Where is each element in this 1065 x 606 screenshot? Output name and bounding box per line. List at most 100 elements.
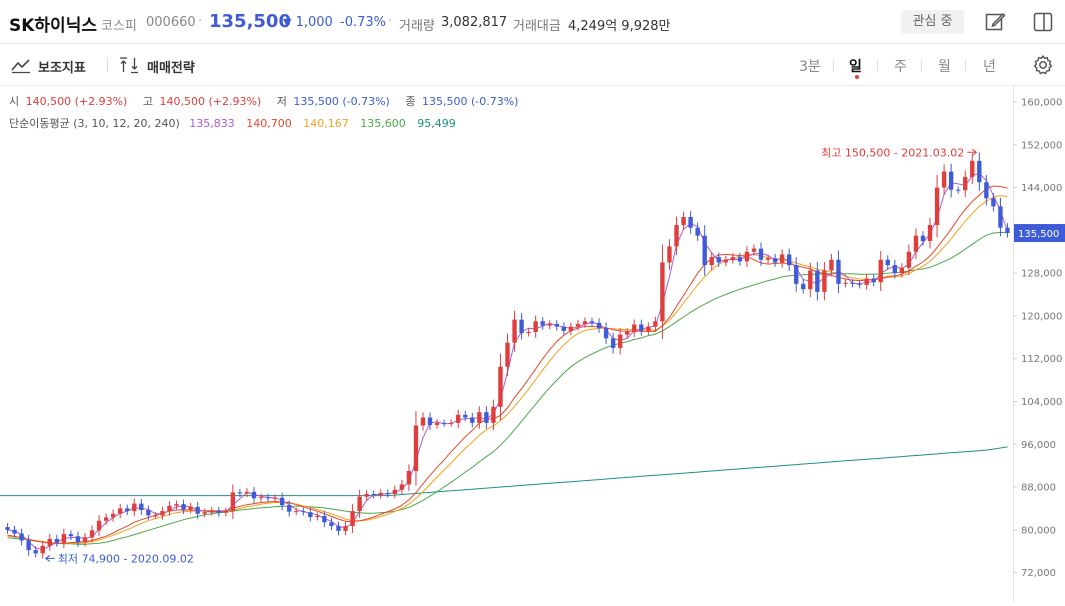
candle-body	[899, 267, 905, 274]
candle-body	[26, 540, 31, 551]
candle-body	[653, 321, 658, 327]
favorite-button[interactable]: 관심 중	[901, 10, 964, 34]
candle-body	[272, 497, 278, 499]
candle-body	[96, 520, 102, 531]
period-year[interactable]: 년	[983, 56, 996, 76]
side-panel-icon[interactable]	[1032, 11, 1054, 33]
y-tick-label: 144,000	[1021, 183, 1062, 194]
close-value: 135,500 (-0.73%)	[421, 95, 519, 108]
candle-body	[251, 491, 257, 499]
candle-body	[519, 319, 524, 334]
candle-body	[970, 160, 975, 177]
open-label: 시	[9, 95, 20, 108]
candle-body	[456, 414, 461, 423]
candle-body	[808, 270, 813, 290]
ma-label: 단순이동평균 (3, 10, 12, 20, 240)	[9, 117, 180, 130]
candle-body	[364, 493, 369, 497]
settings-gear-icon[interactable]	[1032, 54, 1054, 76]
candle-body	[737, 257, 743, 262]
candle-body	[265, 497, 271, 499]
candle-body	[596, 322, 602, 329]
candle-body	[843, 282, 848, 284]
ma20-value: 135,600	[360, 117, 406, 130]
candle-body	[801, 283, 806, 290]
open-value: 140,500 (+2.93%)	[25, 95, 128, 108]
candle-body	[237, 492, 243, 494]
y-tick-label: 112,000	[1021, 354, 1062, 365]
candle-body	[561, 326, 567, 331]
candle-body	[448, 422, 454, 424]
candle-body	[857, 283, 862, 285]
y-tick-label: 128,000	[1021, 269, 1062, 280]
period-month[interactable]: 월	[938, 56, 951, 76]
candle-body	[956, 189, 961, 191]
candle-body	[815, 270, 820, 292]
indicator-button[interactable]: 보조지표	[38, 57, 86, 76]
candle-body	[132, 503, 137, 512]
candle-body	[202, 512, 207, 514]
candle-body	[568, 326, 574, 331]
strategy-icon[interactable]	[119, 56, 141, 74]
candle-body	[357, 496, 362, 512]
price-change: ▼ 1,000	[283, 15, 333, 30]
candle-body	[315, 515, 320, 517]
candle-body	[336, 526, 341, 531]
edit-icon[interactable]	[984, 11, 1006, 33]
chart-toolbar: 보조지표 매매전략 3분 일 주 월 년	[0, 44, 1065, 86]
candle-body	[463, 414, 468, 418]
candle-body	[660, 262, 665, 322]
candle-body	[174, 504, 179, 506]
candle-body	[329, 522, 334, 527]
candle-body	[1005, 227, 1010, 234]
candle-body	[498, 366, 503, 407]
candle-body	[695, 227, 700, 236]
candle-body	[554, 323, 559, 327]
candle-body	[12, 529, 17, 534]
period-day[interactable]: 일	[849, 56, 862, 76]
low-label: 저	[276, 95, 287, 108]
max-annotation: 최고 150,500 - 2021.03.02	[821, 146, 964, 159]
candle-body	[681, 217, 686, 226]
candle-body	[730, 257, 736, 260]
candle-body	[322, 515, 327, 523]
volume-label: 거래량	[399, 19, 435, 34]
candle-body	[308, 512, 313, 517]
candle-body	[963, 176, 968, 191]
ohlc-legend: 시 140,500 (+2.93%) 고 140,500 (+2.93%) 저 …	[9, 93, 521, 109]
separator-dot: ·	[388, 14, 393, 29]
candle-body	[646, 326, 651, 331]
candle-body	[716, 257, 721, 263]
candle-body	[625, 331, 630, 335]
candle-body	[153, 515, 158, 517]
candle-body	[82, 537, 88, 543]
candle-body	[146, 510, 151, 516]
period-week[interactable]: 주	[894, 56, 907, 76]
stock-name[interactable]: SK하이닉스	[9, 11, 97, 36]
ma12-value: 140,167	[303, 117, 349, 130]
strategy-button[interactable]: 매매전략	[147, 57, 195, 76]
min-annotation: 최저 74,900 - 2020.09.02	[58, 552, 194, 565]
candle-body	[927, 225, 933, 242]
ma10-value: 140,700	[246, 117, 292, 130]
candle-body	[195, 506, 200, 514]
candle-body	[533, 321, 538, 332]
candle-body	[822, 270, 827, 292]
separator-dot: ·	[198, 14, 203, 29]
y-tick-label: 120,000	[1021, 311, 1062, 322]
candle-body	[575, 323, 581, 327]
candlestick-chart[interactable]: 160,000 152,000 144,000 128,000 120,000 112,0…	[0, 86, 1065, 602]
current-price: 135,500	[209, 11, 291, 32]
candle-body	[505, 342, 510, 367]
period-3min[interactable]: 3분	[799, 56, 821, 76]
candle-body	[526, 331, 531, 334]
candle-body	[913, 235, 919, 252]
indicator-icon[interactable]	[10, 56, 32, 74]
candle-body	[378, 492, 383, 496]
candle-body	[5, 527, 10, 530]
candle-body	[589, 321, 595, 323]
price-chart[interactable]: 160,000 152,000 144,000 128,000 120,000 112,0…	[0, 86, 1065, 602]
candle-body	[160, 511, 165, 516]
ma240-line	[0, 446, 1008, 497]
candle-body	[427, 417, 433, 426]
candle-body	[19, 533, 24, 541]
